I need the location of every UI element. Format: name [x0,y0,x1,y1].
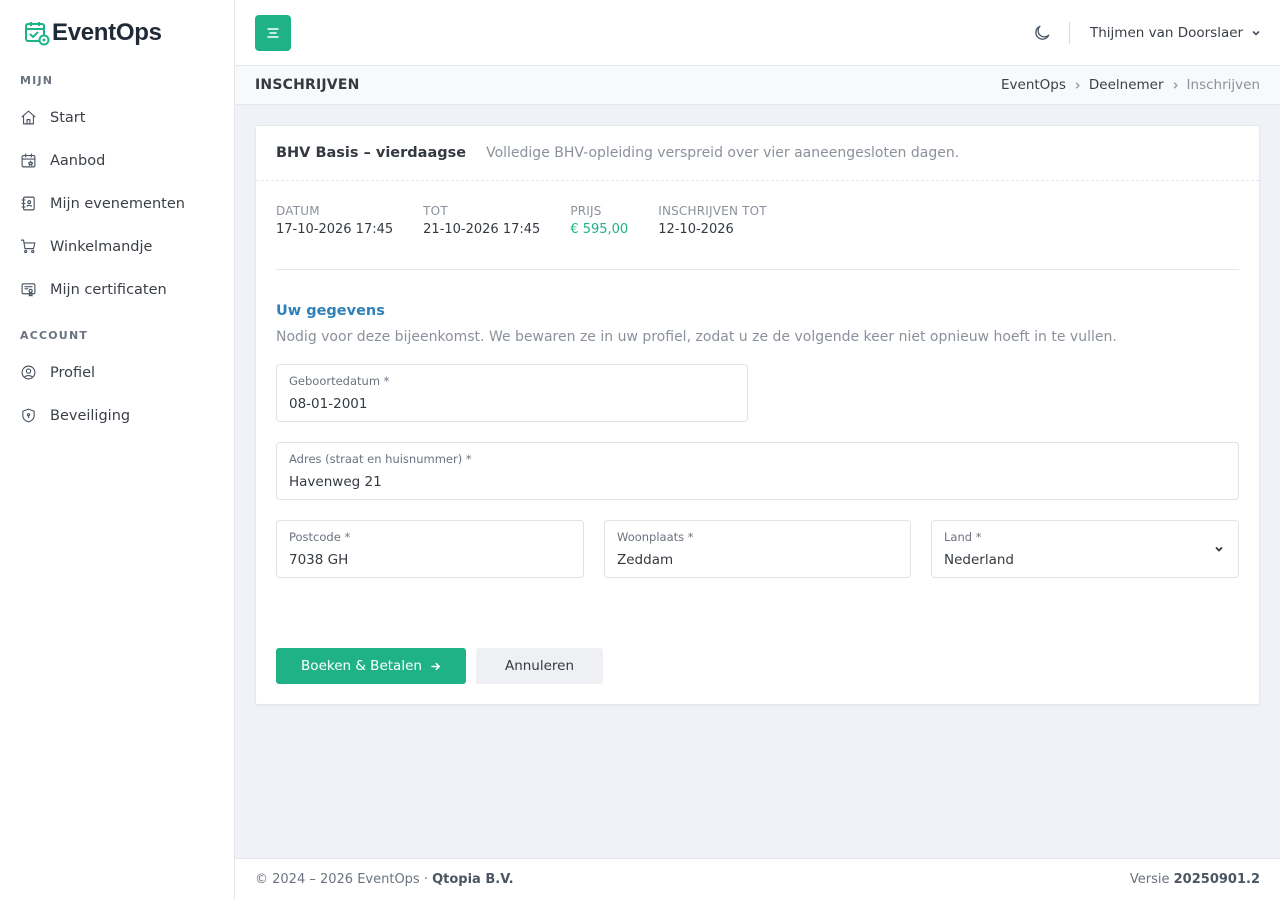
chevron-down-icon [1252,30,1260,36]
page-title: INSCHRIJVEN [255,77,360,93]
address-input[interactable] [289,474,1226,490]
calendar-gear-logo-icon [25,22,50,46]
sidebar-item-label: Mijn evenementen [50,195,185,212]
field-label: Geboortedatum * [289,374,390,388]
price-value: € 595,00 [570,222,629,237]
birthdate-field[interactable]: Geboortedatum * [276,364,748,422]
breadcrumb: EventOps Deelnemer Inschrijven [1001,77,1260,93]
company-name: Qtopia B.V. [432,872,514,887]
meta-label: DATUM [276,204,320,218]
sidebar-item-winkelmandje[interactable]: Winkelmandje [0,225,234,268]
chevron-right-icon [1075,81,1080,89]
nav-mijn: Start Aanbod Mijn evenementen Winkelmand… [0,96,234,311]
user-menu[interactable]: Thijmen van Doorslaer [1090,0,1261,66]
sidebar-item-mijn-evenementen[interactable]: Mijn evenementen [0,182,234,225]
city-field[interactable]: Woonplaats * [604,520,911,578]
course-title: BHV Basis – vierdaagse [276,145,467,161]
divider [276,269,1239,270]
sidebar-item-label: Start [50,109,86,126]
sidebar-item-label: Beveiliging [50,407,131,424]
sidebar-item-profiel[interactable]: Profiel [0,351,234,394]
footer-version: Versie 20250901.2 [1130,872,1260,887]
field-label: Adres (straat en huisnummer) * [289,452,472,466]
field-label: Woonplaats * [617,530,694,544]
home-icon [21,110,36,125]
address-field[interactable]: Adres (straat en huisnummer) * [276,442,1239,500]
section-title: Uw gegevens [276,303,385,319]
chevron-right-icon [1173,81,1178,89]
section-title-mijn: MIJN [20,74,54,87]
meta-value: 17-10-2026 17:45 [276,222,394,237]
course-meta: DATUM 17-10-2026 17:45 TOT 21-10-2026 17… [256,181,1259,269]
registration-card: BHV Basis – vierdaagse Volledige BHV-opl… [255,125,1260,705]
agenda-icon [21,196,35,211]
menu-icon [267,28,279,38]
version-label: Versie [1129,872,1174,887]
footer: © 2024 – 2026 EventOps · Qtopia B.V. Ver… [235,858,1280,900]
meta-value: 12-10-2026 [658,222,734,237]
country-value: Nederland [944,552,1014,568]
button-label: Boeken & Betalen [301,658,422,674]
breadcrumb-inschrijven: Inschrijven [1186,77,1260,93]
meta-label: INSCHRIJVEN TOT [658,204,767,218]
moon-icon [1035,25,1050,40]
sidebar-item-label: Profiel [50,364,96,381]
birthdate-input[interactable] [289,396,735,412]
sidebar-item-label: Winkelmandje [50,238,153,255]
meta-tot: TOT 21-10-2026 17:45 [423,201,540,269]
arrow-right-icon [431,662,441,670]
meta-datum: DATUM 17-10-2026 17:45 [276,201,393,269]
certificate-icon [21,283,36,297]
sidebar-item-start[interactable]: Start [0,96,234,139]
chevron-down-icon [1215,546,1223,552]
sidebar-item-aanbod[interactable]: Aanbod [0,139,234,182]
copyright-text: © 2024 – 2026 EventOps · [255,872,433,887]
version-number: 20250901.2 [1173,872,1260,887]
user-circle-icon [21,365,36,380]
city-input[interactable] [617,552,898,568]
breadcrumb-deelnemer[interactable]: Deelnemer [1089,77,1164,93]
shield-icon [22,408,35,423]
sidebar-item-label: Aanbod [50,152,106,169]
breadcrumb-eventops[interactable]: EventOps [1001,77,1066,93]
cart-icon [20,239,36,254]
card-header: BHV Basis – vierdaagse Volledige BHV-opl… [256,126,1259,181]
cancel-button[interactable]: Annuleren [476,648,603,684]
menu-toggle-button[interactable] [255,15,291,51]
sidebar-item-beveiliging[interactable]: Beveiliging [0,394,234,437]
dark-mode-toggle[interactable] [1032,23,1052,43]
course-description: Volledige BHV-opleiding verspreid over v… [486,145,960,161]
postcode-field[interactable]: Postcode * [276,520,584,578]
nav-account: Profiel Beveiliging [0,351,234,437]
meta-prijs: PRIJS € 595,00 [570,201,628,269]
sidebar: EventOps MIJN Start Aanbod Mijn evenemen… [0,0,235,900]
footer-copyright: © 2024 – 2026 EventOps · Qtopia B.V. [255,872,514,887]
divider [1069,22,1070,44]
meta-value: 21-10-2026 17:45 [423,222,541,237]
section-title-account: ACCOUNT [20,329,89,342]
section-description: Nodig voor deze bijeenkomst. We bewaren … [276,329,1117,345]
sidebar-item-label: Mijn certificaten [50,281,167,298]
meta-label: PRIJS [570,204,602,218]
calendar-star-icon [21,153,36,168]
topbar: Thijmen van Doorslaer [235,0,1280,66]
book-and-pay-button[interactable]: Boeken & Betalen [276,648,466,684]
user-name: Thijmen van Doorslaer [1090,25,1244,41]
postcode-input[interactable] [289,552,571,568]
field-label: Postcode * [289,530,351,544]
page-header: INSCHRIJVEN EventOps Deelnemer Inschrijv… [235,66,1280,105]
meta-label: TOT [423,204,448,218]
field-label: Land * [944,530,982,544]
country-select[interactable]: Land * Nederland [931,520,1239,578]
logo[interactable]: EventOps [0,0,234,66]
meta-inschrijven-tot: INSCHRIJVEN TOT 12-10-2026 [658,201,767,269]
sidebar-item-mijn-certificaten[interactable]: Mijn certificaten [0,268,234,311]
logo-text: EventOps [52,19,162,46]
